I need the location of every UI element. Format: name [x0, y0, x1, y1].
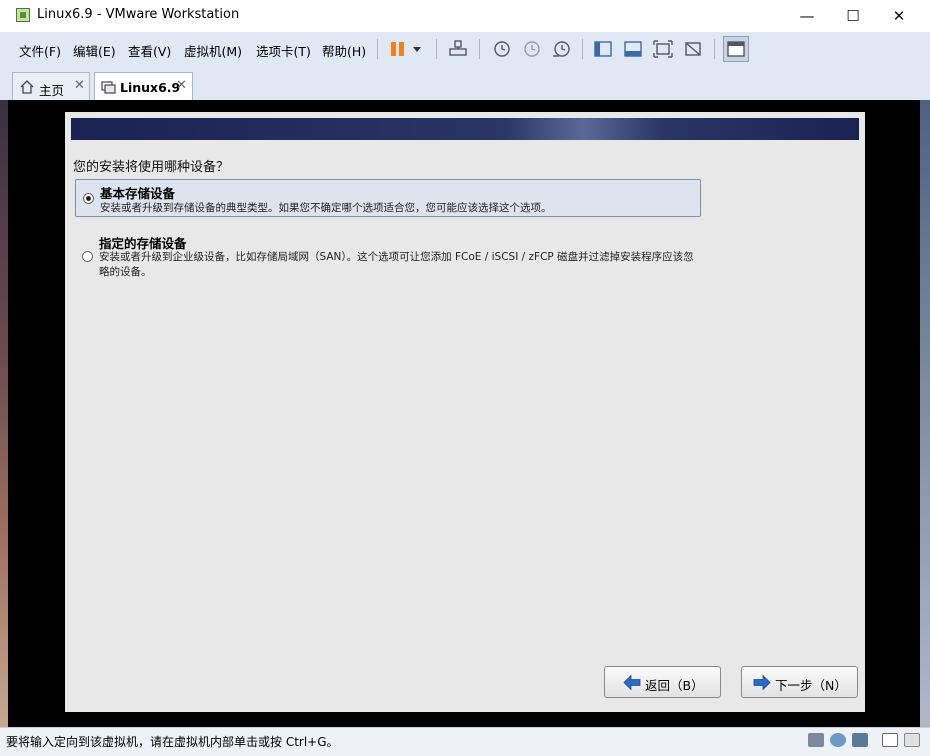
- installer-screen: 您的安装将使用哪种设备？ 基本存储设备 安装或者升级到存储设备的典型类型。如果您…: [65, 112, 865, 712]
- tab-strip: 主页 ✕ Linux6.9 ✕: [0, 66, 930, 100]
- menu-toolbar-bar: 文件(F) 编辑(E) 查看(V) 虚拟机(M) 选项卡(T) 帮助(H): [0, 32, 930, 67]
- network-adapter-icon[interactable]: [852, 733, 868, 747]
- toolbar-separator: [479, 39, 480, 59]
- menu-view[interactable]: 查看(V): [128, 41, 171, 60]
- thumbnail-bar-icon[interactable]: [622, 39, 644, 59]
- close-button[interactable]: ✕: [876, 0, 922, 32]
- minimize-button[interactable]: —: [784, 0, 830, 32]
- toolbar-separator: [582, 39, 583, 59]
- tab-home[interactable]: 主页 ✕: [12, 72, 90, 100]
- full-screen-icon[interactable]: [652, 39, 674, 59]
- arrow-left-icon: [623, 674, 641, 691]
- message-log-icon[interactable]: [882, 733, 898, 747]
- arrow-right-icon: [753, 674, 771, 691]
- power-dropdown-icon[interactable]: [410, 39, 424, 59]
- title-bar: Linux6.9 - VMware Workstation — ☐ ✕: [0, 0, 930, 32]
- next-button[interactable]: 下一步（N）: [741, 666, 858, 698]
- option-specialized-storage-desc: 安装或者升级到企业级设备，比如存储局域网（SAN）。这个选项可让您添加 FCoE…: [99, 251, 694, 278]
- console-view-icon: [727, 41, 745, 57]
- send-ctrl-alt-del-icon[interactable]: [447, 39, 469, 59]
- option-basic-storage[interactable]: 基本存储设备 安装或者升级到存储设备的典型类型。如果您不确定哪个选项适合您，您可…: [75, 179, 701, 217]
- toolbar-separator: [714, 39, 715, 59]
- vmware-window: Linux6.9 - VMware Workstation — ☐ ✕ 文件(F…: [0, 0, 930, 756]
- vmware-app-icon: [16, 8, 30, 22]
- menu-file[interactable]: 文件(F): [19, 41, 61, 60]
- next-button-label: 下一步（N）: [775, 678, 847, 693]
- snapshot-manager-icon[interactable]: [550, 39, 572, 59]
- pause-icon[interactable]: [388, 39, 410, 59]
- vm-icon: [101, 81, 116, 94]
- resize-grip-icon: [904, 733, 920, 747]
- vm-console[interactable]: 您的安装将使用哪种设备？ 基本存储设备 安装或者升级到存储设备的典型类型。如果您…: [8, 100, 920, 727]
- hard-disk-icon[interactable]: [808, 733, 824, 747]
- tab-linux69-label: Linux6.9: [120, 80, 181, 95]
- radio-basic-storage[interactable]: [83, 193, 94, 204]
- cd-dvd-icon[interactable]: [830, 733, 846, 747]
- show-library-icon[interactable]: [592, 39, 614, 59]
- home-icon: [20, 80, 34, 94]
- option-specialized-storage[interactable]: 指定的存储设备 安装或者升级到企业级设备，比如存储局域网（SAN）。这个选项可让…: [75, 230, 701, 282]
- radio-specialized-storage[interactable]: [82, 251, 93, 262]
- tab-home-label: 主页: [39, 83, 65, 98]
- menu-vm[interactable]: 虚拟机(M): [184, 41, 242, 60]
- status-message: 要将输入定向到该虚拟机，请在虚拟机内部单击或按 Ctrl+G。: [6, 735, 339, 749]
- option-basic-storage-desc: 安装或者升级到存储设备的典型类型。如果您不确定哪个选项适合您，您可能应该选择这个…: [100, 202, 552, 214]
- window-title: Linux6.9 - VMware Workstation: [37, 7, 240, 22]
- option-basic-storage-title: 基本存储设备: [100, 186, 176, 201]
- unity-icon[interactable]: [682, 39, 704, 59]
- desktop-wallpaper-edge: [920, 100, 930, 727]
- snapshot-icon[interactable]: [490, 39, 512, 59]
- menu-help[interactable]: 帮助(H): [322, 41, 366, 60]
- storage-question: 您的安装将使用哪种设备？: [73, 160, 230, 175]
- menu-edit[interactable]: 编辑(E): [73, 41, 116, 60]
- toolbar-separator: [377, 39, 378, 59]
- back-button-label: 返回（B）: [645, 678, 704, 693]
- back-button[interactable]: 返回（B）: [604, 666, 721, 698]
- desktop-wallpaper-edge: [0, 100, 8, 727]
- maximize-button[interactable]: ☐: [830, 0, 876, 32]
- status-bar: 要将输入定向到该虚拟机，请在虚拟机内部单击或按 Ctrl+G。: [0, 727, 930, 756]
- menu-tabs[interactable]: 选项卡(T): [256, 41, 311, 60]
- tab-close-icon[interactable]: ✕: [176, 78, 187, 93]
- toolbar-separator: [436, 39, 437, 59]
- console-view-button[interactable]: [723, 36, 749, 62]
- revert-snapshot-icon[interactable]: [520, 39, 542, 59]
- tab-close-icon[interactable]: ✕: [74, 78, 85, 93]
- installer-banner: [71, 118, 859, 140]
- tab-linux69[interactable]: Linux6.9 ✕: [94, 72, 193, 100]
